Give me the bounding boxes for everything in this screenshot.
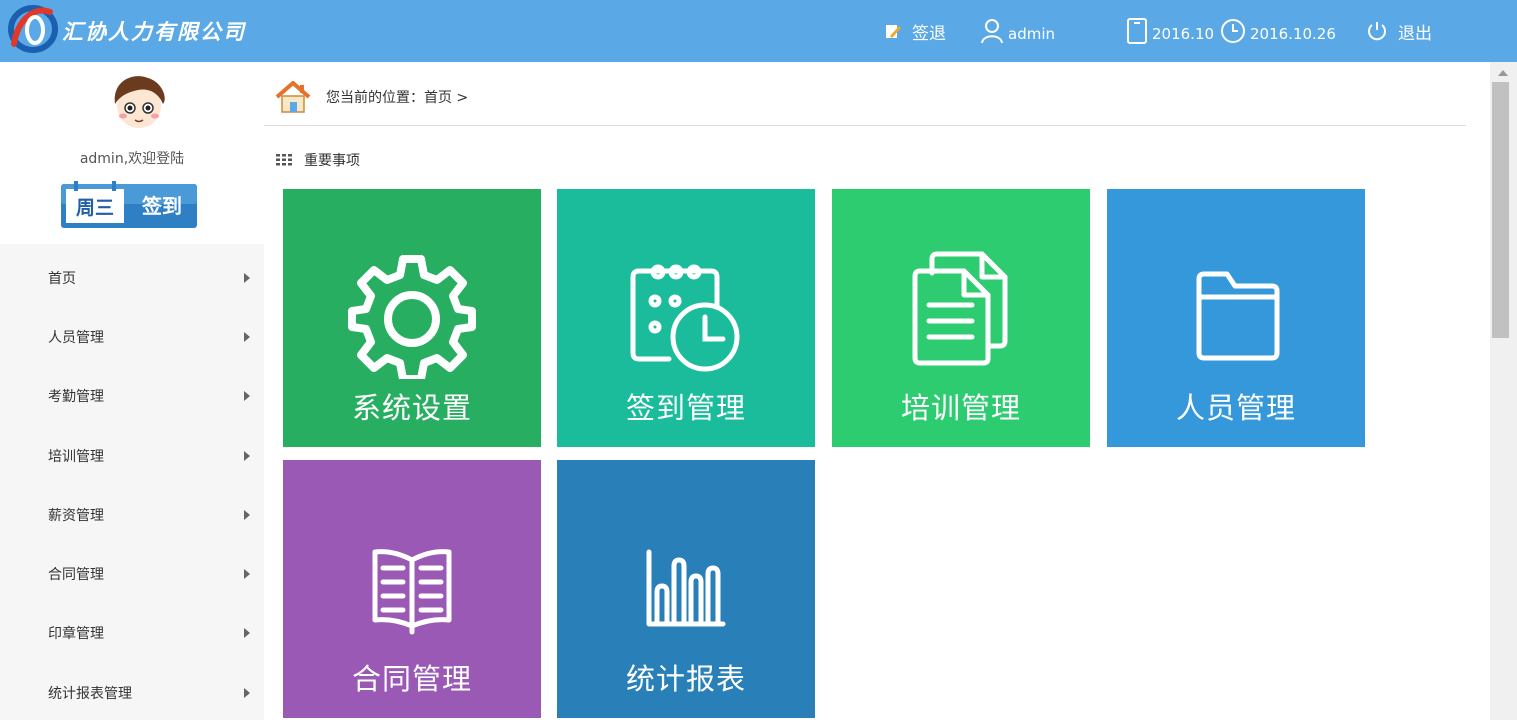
date-text: 2016.10.26 [1250, 25, 1336, 43]
profile-panel: admin,欢迎登陆 周三 签到 [0, 62, 264, 244]
breadcrumb-divider [264, 125, 1466, 126]
date-display: 2016.10.26 [1220, 0, 1336, 62]
tile-training-management[interactable]: 培训管理 [832, 189, 1090, 447]
tile-system-settings[interactable]: 系统设置 [283, 189, 541, 447]
tile-personnel-management[interactable]: 人员管理 [1107, 189, 1365, 447]
grid-icon [276, 154, 292, 166]
sidebar-item-label: 印章管理 [48, 626, 104, 643]
sidebar-item-personnel[interactable]: 人员管理 [0, 307, 264, 366]
welcome-text: admin,欢迎登陆 [79, 151, 185, 167]
avatar[interactable] [108, 70, 170, 132]
chevron-right-icon [244, 509, 250, 520]
phone-icon [1127, 18, 1147, 44]
sign-in-label: 签到 [141, 194, 182, 218]
section-header: 重要事项 [276, 150, 360, 170]
tile-statistics-report[interactable]: 统计报表 [557, 460, 815, 718]
tile-label: 签到管理 [625, 391, 746, 425]
scroll-up-arrow-icon[interactable] [1498, 70, 1508, 76]
sidebar-item-reports[interactable]: 统计报表管理 [0, 663, 264, 722]
month-display: 2016.10 [1126, 0, 1214, 62]
power-icon [1368, 22, 1386, 41]
sidebar-item-salary[interactable]: 薪资管理 [0, 485, 264, 544]
company-name: 汇协人力有限公司 [62, 19, 246, 44]
top-header: 汇协人力有限公司 签退 admin 2016.10 2016.10.26 退出 [0, 0, 1517, 62]
folder-icon [1196, 271, 1280, 361]
vertical-scrollbar[interactable] [1490, 62, 1517, 720]
chevron-right-icon [244, 628, 250, 639]
sidebar-item-contract[interactable]: 合同管理 [0, 544, 264, 603]
sidebar-menu: 首页 人员管理 考勤管理 培训管理 薪资管理 合同管理 印章管理 统计报表管理 [0, 248, 264, 722]
documents-icon [912, 251, 1008, 366]
sign-out-button[interactable]: 签退 [884, 0, 946, 62]
sidebar: admin,欢迎登陆 周三 签到 首页 人员管理 考勤管理 培训管理 薪资管理 … [0, 62, 264, 720]
user-icon [981, 19, 1003, 44]
sidebar-item-seal[interactable]: 印章管理 [0, 604, 264, 663]
calendar-clock-icon [630, 264, 740, 372]
weekday-text: 周三 [76, 197, 114, 219]
breadcrumb-text: 您当前的位置：首页 > [326, 90, 469, 106]
tile-label: 统计报表 [625, 662, 746, 696]
chevron-right-icon [244, 391, 250, 402]
month-text: 2016.10 [1152, 25, 1215, 43]
tile-signin-management[interactable]: 签到管理 [557, 189, 815, 447]
chevron-right-icon [244, 450, 250, 461]
clock-icon [1221, 19, 1245, 43]
sidebar-item-label: 培训管理 [48, 448, 104, 465]
sidebar-item-training[interactable]: 培训管理 [0, 426, 264, 485]
chevron-right-icon [244, 687, 250, 698]
sidebar-item-attendance[interactable]: 考勤管理 [0, 367, 264, 426]
gear-icon [348, 255, 476, 379]
tile-label: 人员管理 [1175, 391, 1296, 425]
sidebar-item-label: 统计报表管理 [48, 685, 132, 702]
sign-in-button[interactable]: 周三 签到 [60, 180, 198, 230]
scrollbar-thumb[interactable] [1492, 82, 1509, 338]
chevron-right-icon [244, 272, 250, 283]
sidebar-item-label: 合同管理 [48, 567, 104, 584]
book-icon [372, 549, 452, 635]
sign-out-label: 签退 [912, 23, 946, 44]
main-content: 您当前的位置：首页 > 重要事项 系统设置 签到管理 培训管理 人员管理 合同管… [264, 62, 1490, 720]
pencil-note-icon [886, 25, 901, 38]
section-title: 重要事项 [304, 153, 360, 169]
tile-contract-management[interactable]: 合同管理 [283, 460, 541, 718]
sidebar-item-label: 首页 [48, 270, 76, 287]
bar-chart-icon [646, 549, 726, 627]
breadcrumb: 您当前的位置：首页 > [274, 78, 468, 116]
logout-label: 退出 [1398, 23, 1432, 44]
logout-button[interactable]: 退出 [1366, 0, 1432, 62]
username: admin [1008, 25, 1055, 43]
tile-label: 系统设置 [351, 391, 472, 425]
sidebar-item-label: 人员管理 [48, 329, 104, 346]
sidebar-item-label: 考勤管理 [48, 389, 104, 406]
tile-label: 培训管理 [900, 391, 1021, 425]
chevron-right-icon [244, 331, 250, 342]
user-menu[interactable]: admin [980, 0, 1055, 62]
home-icon[interactable] [274, 79, 312, 115]
sidebar-item-label: 薪资管理 [48, 507, 104, 524]
sidebar-item-home[interactable]: 首页 [0, 248, 264, 307]
company-logo [8, 5, 58, 53]
tile-label: 合同管理 [351, 662, 472, 696]
chevron-right-icon [244, 569, 250, 580]
